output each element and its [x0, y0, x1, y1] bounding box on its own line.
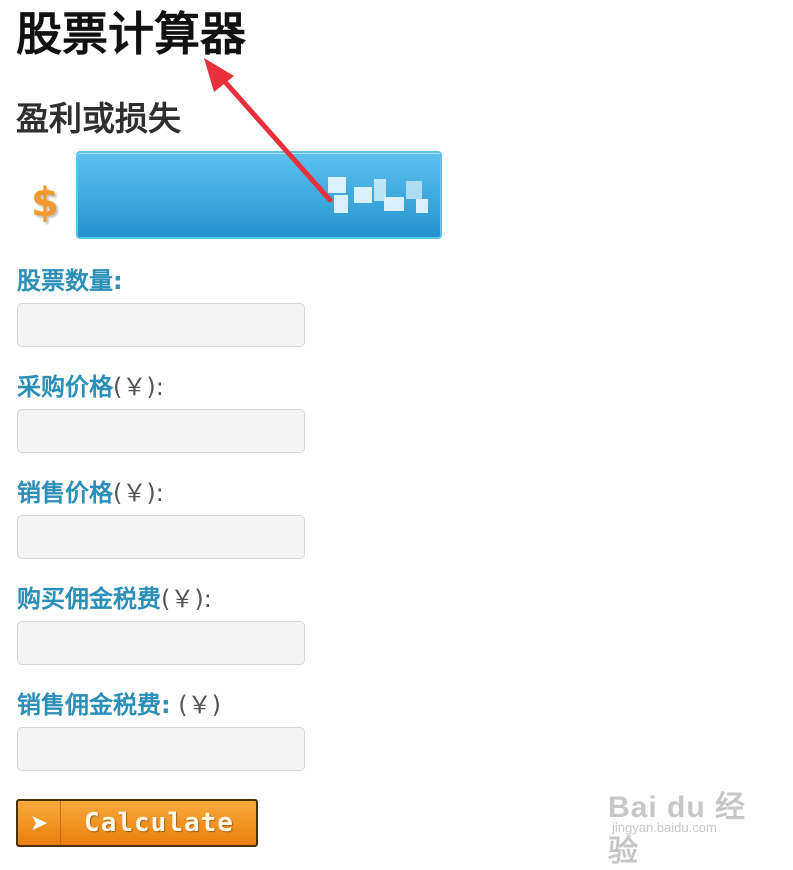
dollar-icon: $ [31, 180, 59, 226]
sell-price-label-unit: (￥): [113, 479, 164, 507]
page-title: 股票计算器 [16, 7, 246, 61]
purchase-price-label-text: 采购价格 [17, 373, 113, 401]
sell-price-label-text: 销售价格 [17, 479, 113, 507]
result-heading: 盈利或损失 [16, 99, 181, 138]
sell-commission-label-text: 销售佣金税费: [17, 691, 171, 719]
shares-label-text: 股票数量: [17, 267, 123, 295]
buy-commission-label-text: 购买佣金税费 [17, 585, 161, 613]
watermark-url-text: jingyan.baidu.com [612, 820, 717, 835]
purchase-price-label-unit: (￥): [113, 373, 164, 401]
calculate-button-label: Calculate [84, 808, 234, 838]
sell-commission-label-unit: (￥) [170, 691, 221, 719]
sell-commission-label: 销售佣金税费: (￥) [17, 689, 221, 721]
sell-price-label: 销售价格(￥): [17, 477, 164, 509]
purchase-price-input[interactable] [17, 409, 305, 453]
shares-label: 股票数量: [17, 265, 123, 297]
baidu-watermark: Bai du 经验 jingyan.baidu.com [600, 770, 760, 868]
play-arrow-icon: ➤ [18, 801, 61, 845]
buy-commission-input[interactable] [17, 621, 305, 665]
buy-commission-label: 购买佣金税费(￥): [17, 583, 212, 615]
calculate-button[interactable]: ➤ Calculate [16, 799, 258, 847]
purchase-price-label: 采购价格(￥): [17, 371, 164, 403]
sell-commission-input[interactable] [17, 727, 305, 771]
sell-price-input[interactable] [17, 515, 305, 559]
blurred-result-value [324, 175, 434, 221]
shares-input[interactable] [17, 303, 305, 347]
result-display [76, 151, 442, 239]
buy-commission-label-unit: (￥): [161, 585, 212, 613]
